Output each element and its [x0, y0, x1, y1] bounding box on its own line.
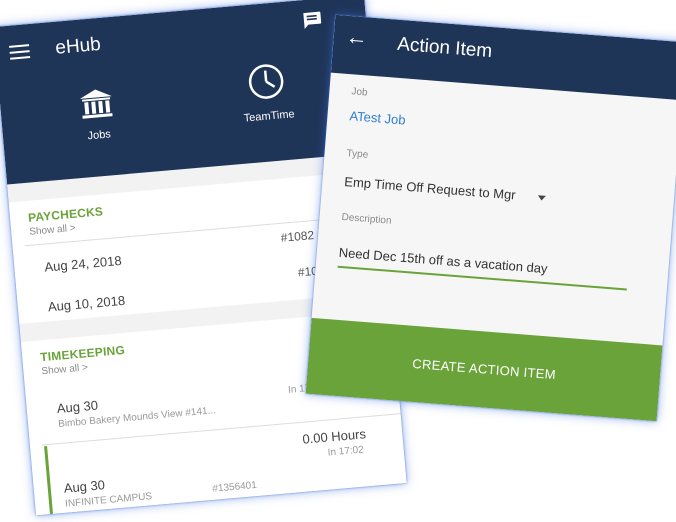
chevron-down-icon [537, 195, 546, 201]
app-title: eHub [54, 33, 102, 59]
nav-jobs[interactable]: Jobs [55, 85, 139, 145]
paychecks-show-all-link[interactable]: Show all > [29, 223, 76, 238]
timekeeping-clock-in: In 17:02 [327, 444, 365, 459]
type-label: Type [346, 148, 369, 161]
timekeeping-show-all-link[interactable]: Show all > [41, 362, 88, 377]
action-item-header: ← Action Item [330, 14, 676, 101]
back-arrow-icon[interactable]: ← [345, 24, 369, 51]
job-label: Job [351, 86, 368, 99]
page-title: Action Item [396, 33, 493, 63]
bank-icon [79, 89, 113, 119]
nav-teamtime-label: TeamTime [243, 108, 296, 125]
description-label: Description [341, 211, 392, 227]
description-input[interactable] [337, 237, 630, 291]
screenshot-stage: eHub Jobs TeamTime PAYCHECKS Show all > … [0, 0, 676, 522]
active-indicator [44, 446, 54, 516]
job-value-link[interactable]: ATest Job [349, 108, 406, 127]
timekeeping-title: TIMEKEEPING [39, 342, 126, 365]
clock-icon [248, 64, 284, 99]
chat-icon[interactable] [301, 11, 322, 31]
paycheck-number: #1082 [280, 228, 315, 245]
type-value: Emp Time Off Request to Mgr [343, 174, 517, 203]
paycheck-date: Aug 10, 2018 [47, 292, 126, 315]
nav-teamtime[interactable]: TeamTime [220, 58, 315, 127]
action-item-screen: ← Action Item Job ATest Job Type Emp Tim… [305, 14, 676, 422]
paychecks-title: PAYCHECKS [27, 204, 104, 225]
timekeeping-date: Aug 30 [56, 397, 99, 417]
nav-jobs-label: Jobs [87, 128, 112, 143]
timekeeping-hours: 0.00 Hours [301, 426, 367, 447]
timekeeping-date: Aug 30 [63, 477, 106, 496]
timekeeping-id: #1356401 [211, 479, 258, 495]
paycheck-date: Aug 24, 2018 [43, 252, 123, 275]
menu-icon[interactable] [9, 44, 31, 61]
